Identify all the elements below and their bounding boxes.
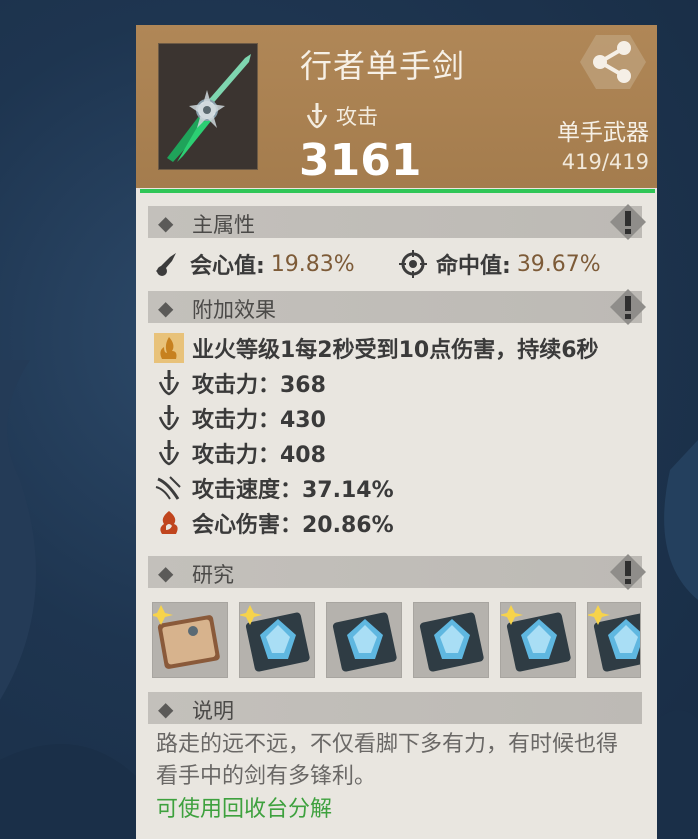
bonus-effect-attack-speed: 攻击速度：37.14% xyxy=(154,471,394,505)
research-book-crystal[interactable] xyxy=(238,602,315,678)
crystal-book-icon xyxy=(419,612,484,672)
info-alert-icon[interactable] xyxy=(608,202,648,242)
section-research: ◆ 研究 xyxy=(148,554,646,590)
diamond-icon: ◆ xyxy=(158,296,174,320)
bonus-effect-attack: 攻击力：368 xyxy=(154,366,326,400)
crystal-book-icon xyxy=(499,605,571,672)
leather-book-icon xyxy=(149,605,220,669)
stat-number: 19.83% xyxy=(270,251,355,277)
sword-icon xyxy=(159,44,257,169)
effect-text: 会心伤害：20.86% xyxy=(192,513,394,538)
bonus-effect-crit-damage: 会心伤害：20.86% xyxy=(154,506,394,540)
attack-speed-icon xyxy=(155,476,181,500)
research-book-crystal[interactable] xyxy=(587,602,641,678)
weapon-thumbnail xyxy=(158,43,258,170)
effect-text: 攻击力：408 xyxy=(192,443,326,468)
share-icon xyxy=(580,35,646,89)
share-button[interactable] xyxy=(578,31,648,93)
section-bonus-effects: ◆ 附加效果 xyxy=(148,289,646,325)
item-tooltip-card: 行者单手剑 攻击 3161 单手武器 419/419 ◆ 主属性 会心值: 19… xyxy=(136,25,657,839)
stat-name: 会心值: xyxy=(190,254,265,279)
stat-number: 39.67% xyxy=(516,251,601,277)
stat-label: 攻击 xyxy=(336,105,378,129)
research-book-crystal[interactable] xyxy=(413,602,489,678)
diamond-icon: ◆ xyxy=(158,561,174,585)
main-stat-crit: 会心值: 19.83% xyxy=(152,247,355,281)
research-book-crystal[interactable] xyxy=(499,602,576,678)
section-title: 附加效果 xyxy=(192,298,276,322)
info-alert-icon[interactable] xyxy=(608,552,648,592)
section-description: ◆ 说明 xyxy=(148,692,642,724)
bonus-effect-attack: 攻击力：408 xyxy=(154,436,326,470)
crystal-book-icon xyxy=(332,612,397,672)
stat-name: 命中值: xyxy=(436,254,511,279)
item-description: 路走的远不远，不仅看脚下多有力，有时候也得看手中的剑有多锋利。 xyxy=(156,732,619,789)
effect-text: 业火等级1每2秒受到10点伤害，持续6秒 xyxy=(192,338,599,363)
accuracy-icon xyxy=(399,250,427,278)
section-title: 说明 xyxy=(192,699,234,723)
crystal-book-icon xyxy=(238,605,310,672)
item-header: 行者单手剑 攻击 3161 单手武器 419/419 xyxy=(136,25,657,188)
research-book-list xyxy=(149,602,641,678)
effect-text: 攻击力：430 xyxy=(192,408,326,433)
main-stat-accuracy: 命中值: 39.67% xyxy=(398,247,601,281)
dismantle-hint-link[interactable]: 可使用回收台分解 xyxy=(156,791,332,823)
effect-text: 攻击力：368 xyxy=(192,373,326,398)
item-name: 行者单手剑 xyxy=(300,47,466,85)
weapon-type: 单手武器 xyxy=(557,120,649,146)
research-book-crystal[interactable] xyxy=(326,602,402,678)
effect-text: 攻击速度：37.14% xyxy=(192,478,394,503)
diamond-icon: ◆ xyxy=(158,697,174,721)
bonus-effect-hellfire: 业火等级1每2秒受到10点伤害，持续6秒 xyxy=(154,331,599,365)
attack-icon xyxy=(158,440,180,466)
attack-stat-icon xyxy=(306,103,328,129)
section-title: 研究 xyxy=(192,563,234,587)
stat-value: 3161 xyxy=(299,135,422,186)
quality-bar xyxy=(140,189,655,193)
crystal-book-icon xyxy=(588,605,640,672)
attack-icon xyxy=(158,370,180,396)
crit-icon xyxy=(156,253,176,276)
crit-damage-icon xyxy=(160,511,178,534)
hellfire-icon xyxy=(154,333,184,363)
diamond-icon: ◆ xyxy=(158,211,174,235)
section-main-stats: ◆ 主属性 xyxy=(148,204,646,240)
section-title: 主属性 xyxy=(192,213,255,237)
bonus-effect-attack: 攻击力：430 xyxy=(154,401,326,435)
attack-icon xyxy=(158,405,180,431)
research-book-leather[interactable] xyxy=(149,602,228,678)
info-alert-icon[interactable] xyxy=(608,287,648,327)
durability: 419/419 xyxy=(561,150,649,174)
